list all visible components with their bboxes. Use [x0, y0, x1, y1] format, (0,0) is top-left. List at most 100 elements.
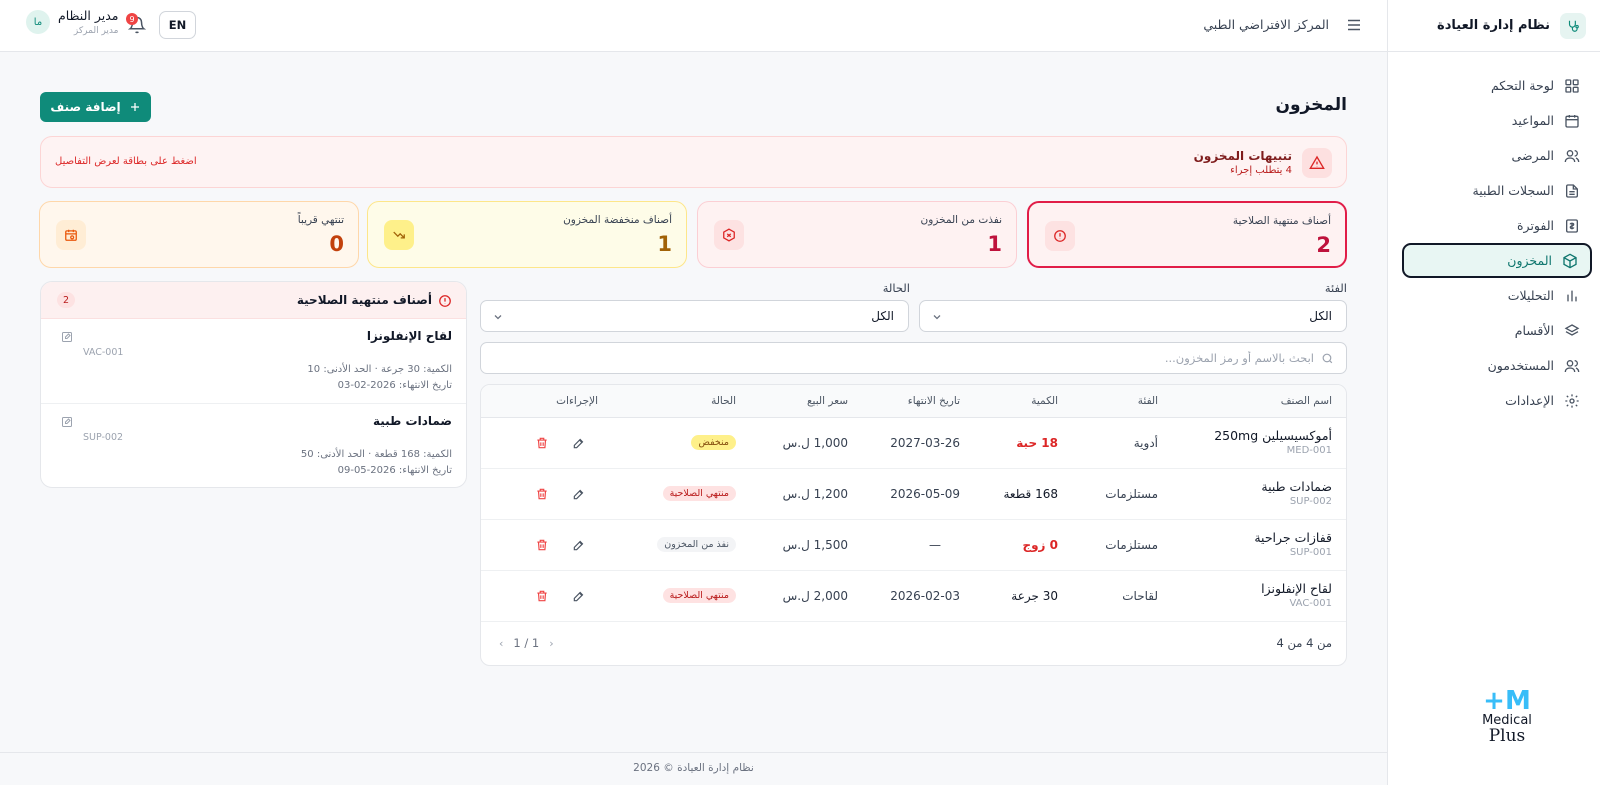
trash-icon[interactable] [535, 436, 549, 450]
medical-plus-logo: M+ Medical Plus [1472, 670, 1542, 745]
sidebar-item-label: الفوترة [1517, 218, 1554, 233]
edit-icon[interactable] [61, 331, 73, 343]
sidebar-nav: لوحة التحكم المواعيد المرضى السجلات الطب… [1388, 52, 1600, 418]
item-price: 1,000 ل.س [782, 436, 848, 450]
sidebar-item-patients[interactable]: المرضى [1402, 138, 1592, 173]
item-quantity: 0 زوج [1022, 538, 1058, 552]
logo-mark-icon: M+ [1483, 685, 1531, 716]
item-name: قفازات جراحية [1254, 530, 1332, 545]
column-header-quantity: الكمية [1031, 395, 1058, 407]
stat-card-expired[interactable]: أصناف منتهية الصلاحية 2 [1027, 201, 1347, 268]
trash-icon[interactable] [535, 487, 549, 501]
inventory-alerts-banner: تنبيهات المخزون 4 يتطلب إجراء اضغط على ب… [40, 136, 1347, 188]
sidebar-item-label: المرضى [1511, 148, 1554, 163]
app-title: نظام إدارة العيادة [1437, 18, 1550, 33]
stat-value: 0 [329, 232, 344, 256]
alerts-hint: اضغط على بطاقة لعرض التفاصيل [55, 156, 197, 167]
logo-line2: Plus [1488, 726, 1526, 746]
item-code: SUP-001 [1289, 547, 1332, 558]
expired-item-expiry: تاريخ الانتهاء: 2026-02-03 [337, 380, 452, 391]
edit-icon[interactable] [572, 589, 586, 603]
item-expiry: 2026-05-09 [890, 487, 960, 501]
list-item[interactable]: ضمادات طبية SUP-002 الكمية: 168 قطعة · ا… [41, 404, 466, 487]
chevron-right-icon[interactable]: ‹ [549, 637, 553, 650]
add-item-button[interactable]: إضافة صنف [40, 92, 151, 122]
table-row[interactable]: قفازات جراحية SUP-001 مستلزمات 0 زوج — 1… [481, 520, 1346, 571]
item-name: أموكسيسيلين 250mg [1214, 428, 1332, 443]
user-menu[interactable]: مدير النظام مدير المركز ما [26, 8, 118, 36]
expired-item-code: VAC-001 [83, 347, 124, 358]
expired-item-name: ضمادات طبية [372, 414, 452, 428]
sidebar-item-label: السجلات الطبية [1472, 183, 1554, 198]
user-group-icon [1564, 358, 1580, 374]
stat-label: أصناف منخفضة المخزون [563, 214, 672, 226]
expired-item-code: SUP-002 [83, 432, 124, 443]
stat-value: 1 [657, 232, 672, 256]
pagination-controls: ‹ 1 / 1 › [499, 636, 554, 650]
table-row[interactable]: لقاح الإنفلونزا VAC-001 لقاحات 30 جرعة 2… [481, 571, 1346, 622]
item-name: لقاح الإنفلونزا [1261, 581, 1332, 596]
sidebar-item-users[interactable]: المستخدمون [1402, 348, 1592, 383]
item-expiry: 2026-02-03 [890, 589, 960, 603]
calendar-icon [1564, 113, 1580, 129]
package-x-icon [714, 220, 744, 250]
expired-item-quantity: الكمية: 168 قطعة · الحد الأدنى: 50 [300, 449, 452, 460]
sidebar-item-billing[interactable]: الفوترة [1402, 208, 1592, 243]
alerts-subtitle: 4 يتطلب إجراء [1230, 165, 1292, 176]
stat-value: 1 [987, 232, 1002, 256]
stat-card-low-stock[interactable]: أصناف منخفضة المخزون 1 [367, 201, 687, 268]
sidebar-item-medical-records[interactable]: السجلات الطبية [1402, 173, 1592, 208]
brand: نظام إدارة العيادة [1388, 0, 1600, 52]
chevron-down-icon [931, 311, 943, 323]
item-price: 2,000 ل.س [782, 589, 848, 603]
page-title: المخزون [1275, 95, 1347, 115]
expired-count-badge: 2 [57, 292, 75, 308]
status-filter-label: الحالة [882, 281, 910, 295]
sidebar-item-departments[interactable]: الأقسام [1402, 313, 1592, 348]
trash-icon[interactable] [535, 589, 549, 603]
edit-icon[interactable] [61, 416, 73, 428]
item-expiry: 2027-03-26 [890, 436, 960, 450]
item-category: مستلزمات [1105, 487, 1158, 501]
item-name: ضمادات طبية [1261, 479, 1332, 494]
sidebar-item-appointments[interactable]: المواعيد [1402, 103, 1592, 138]
status-select[interactable]: الكل [480, 300, 909, 332]
table-row[interactable]: أموكسيسيلين 250mg MED-001 أدوية 18 حبة 2… [481, 418, 1346, 469]
language-toggle-button[interactable]: EN [159, 11, 196, 39]
sidebar-item-inventory[interactable]: المخزون [1402, 243, 1592, 278]
status-badge: منتهي الصلاحية [662, 588, 736, 603]
edit-icon[interactable] [572, 436, 586, 450]
trash-icon[interactable] [535, 538, 549, 552]
item-price: 1,200 ل.س [782, 487, 848, 501]
category-select[interactable]: الكل [919, 300, 1347, 332]
search-input[interactable] [494, 346, 1314, 370]
chevron-down-icon [492, 311, 504, 323]
stat-card-out-of-stock[interactable]: نفذت من المخزون 1 [697, 201, 1017, 268]
stat-label: تنتهي قريباً [297, 214, 344, 226]
file-text-icon [1564, 183, 1580, 199]
sidebar-item-dashboard[interactable]: لوحة التحكم [1402, 68, 1592, 103]
plus-icon [129, 101, 141, 113]
inventory-table: اسم الصنف الفئة الكمية تاريخ الانتهاء سع… [480, 384, 1347, 666]
table-row[interactable]: ضمادات طبية SUP-002 مستلزمات 168 قطعة 20… [481, 469, 1346, 520]
menu-icon[interactable] [1345, 16, 1363, 34]
stat-label: أصناف منتهية الصلاحية [1232, 215, 1331, 227]
edit-icon[interactable] [572, 538, 586, 552]
sidebar: نظام إدارة العيادة لوحة التحكم المواعيد … [1387, 0, 1600, 785]
stat-card-expiring-soon[interactable]: تنتهي قريباً 0 [39, 201, 359, 268]
category-filter-label: الفئة [1324, 281, 1347, 295]
expired-items-panel: أصناف منتهية الصلاحية 2 لقاح الإنفلونزا … [40, 281, 467, 488]
sidebar-item-label: المستخدمون [1487, 358, 1554, 373]
edit-icon[interactable] [572, 487, 586, 501]
avatar: ما [26, 10, 50, 34]
list-item[interactable]: لقاح الإنفلونزا VAC-001 الكمية: 30 جرعة … [41, 319, 466, 404]
item-price: 1,500 ل.س [782, 538, 848, 552]
dashboard-icon [1564, 78, 1580, 94]
column-header-status: الحالة [711, 395, 736, 407]
package-icon [1562, 253, 1578, 269]
sidebar-item-analytics[interactable]: التحليلات [1402, 278, 1592, 313]
search-icon [1321, 352, 1334, 365]
chevron-left-icon[interactable]: › [499, 637, 503, 650]
sidebar-item-settings[interactable]: الإعدادات [1402, 383, 1592, 418]
item-code: MED-001 [1286, 445, 1332, 456]
